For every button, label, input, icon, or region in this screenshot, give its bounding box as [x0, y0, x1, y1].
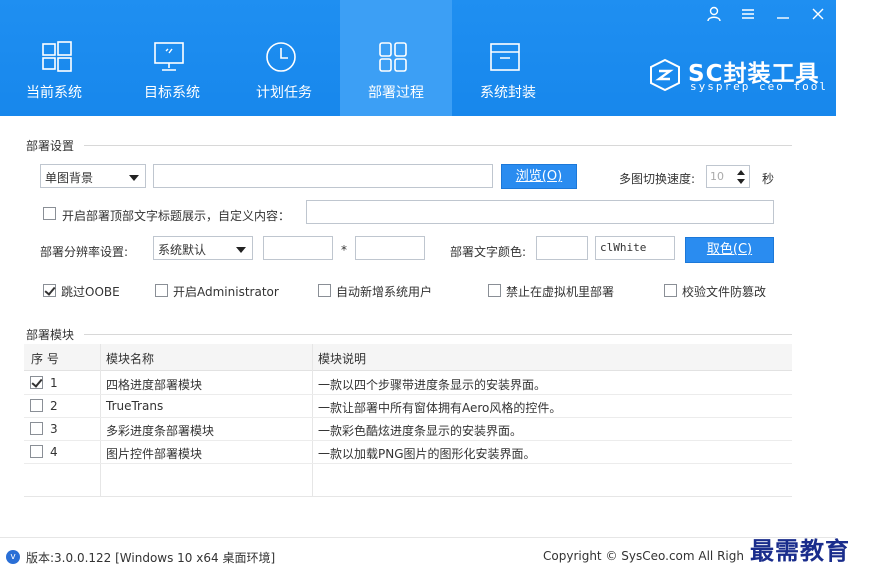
enable-admin-checkbox[interactable] — [155, 284, 168, 297]
stepper-value: 10 — [710, 170, 724, 183]
auto-add-user-label: 自动新增系统用户 — [336, 285, 433, 299]
column-header[interactable]: 模块名称 — [106, 350, 154, 367]
tab-label: 当前系统 — [26, 85, 82, 101]
module-desc: 一款以加载PNG图片的图形化安装界面。 — [318, 447, 536, 461]
table-row[interactable]: 3 多彩进度条部署模块 一款彩色酷炫进度条显示的安装界面。 — [24, 418, 792, 441]
windows-icon — [42, 41, 72, 72]
resolution-select[interactable]: 系统默认 — [153, 236, 253, 260]
column-header[interactable]: 模块说明 — [318, 350, 366, 367]
version-icon: v — [6, 550, 20, 564]
resolution-label: 部署分辨率设置: — [40, 245, 129, 259]
button-label: 浏览(O) — [515, 169, 563, 184]
tab-label: 计划任务 — [256, 85, 312, 101]
module-name: 多彩进度条部署模块 — [106, 424, 215, 438]
tab-label: 系统封装 — [480, 85, 536, 101]
resolution-height-input[interactable] — [355, 236, 425, 260]
module-checkbox[interactable] — [30, 399, 43, 412]
module-desc: 一款彩色酷炫进度条显示的安装界面。 — [318, 424, 523, 438]
browse-button[interactable]: 浏览(O) — [501, 164, 577, 189]
verify-files-label: 校验文件防篡改 — [682, 285, 767, 299]
text-color-input[interactable]: clWhite — [595, 236, 675, 260]
resolution-times-sign: * — [341, 243, 347, 257]
auto-add-user-checkbox[interactable] — [318, 284, 331, 297]
stepper-up-icon[interactable] — [737, 170, 745, 175]
tab-target-system[interactable]: 目标系统 — [116, 0, 228, 116]
tab-scheduled-tasks[interactable]: 计划任务 — [228, 0, 340, 116]
button-label: 取色(C) — [706, 242, 753, 257]
image-path-input[interactable] — [153, 164, 493, 188]
deploy-modules-title: 部署模块 — [26, 328, 75, 342]
row-index: 4 — [50, 445, 58, 459]
tab-label: 目标系统 — [144, 85, 200, 101]
user-icon[interactable] — [707, 6, 721, 27]
seconds-unit: 秒 — [762, 172, 775, 186]
menu-icon[interactable] — [741, 6, 755, 27]
footer-divider — [0, 537, 836, 538]
module-name: 图片控件部署模块 — [106, 447, 203, 461]
box-icon — [490, 43, 520, 71]
module-name: TrueTrans — [106, 399, 164, 413]
watermark-text: 最需教育 — [750, 536, 850, 565]
grid-icon — [379, 42, 407, 72]
background-mode-select[interactable]: 单图背景 — [40, 164, 146, 188]
sc-logo-icon — [650, 58, 680, 92]
table-row[interactable]: 2 TrueTrans 一款让部署中所有窗体拥有Aero风格的控件。 — [24, 395, 792, 418]
input-value: clWhite — [600, 241, 647, 254]
tab-system-package[interactable]: 系统封装 — [452, 0, 564, 116]
pick-color-button[interactable]: 取色(C) — [685, 237, 774, 263]
title-display-label: 开启部署顶部文字标题展示，自定义内容： — [62, 209, 291, 223]
module-checkbox[interactable] — [30, 376, 43, 389]
text-color-swatch[interactable] — [536, 236, 588, 260]
skip-oobe-checkbox[interactable] — [43, 284, 56, 297]
close-icon[interactable] — [811, 6, 825, 27]
title-text-input[interactable] — [306, 200, 774, 224]
skip-oobe-label: 跳过OOBE — [61, 285, 120, 299]
resolution-width-input[interactable] — [263, 236, 333, 260]
module-name: 四格进度部署模块 — [106, 378, 203, 392]
monitor-icon — [154, 42, 184, 71]
chevron-down-icon — [236, 247, 246, 253]
copyright-text: Copyright © SysCeo.com All Righ — [543, 549, 744, 563]
brand-logo: SC封装工具 sysprep ceo tool — [648, 56, 826, 98]
table-row[interactable]: 1 四格进度部署模块 一款以四个步骤带进度条显示的安装界面。 — [24, 372, 792, 395]
minimize-icon[interactable] — [776, 6, 790, 27]
module-checkbox[interactable] — [30, 422, 43, 435]
block-vm-label: 禁止在虚拟机里部署 — [506, 285, 615, 299]
block-vm-checkbox[interactable] — [488, 284, 501, 297]
version-text: 版本:3.0.0.122 [Windows 10 x64 桌面环境] — [26, 551, 276, 565]
stepper-down-icon[interactable] — [737, 179, 745, 184]
clock-icon — [266, 42, 296, 72]
row-index: 3 — [50, 422, 58, 436]
select-value: 单图背景 — [45, 171, 94, 185]
title-display-checkbox[interactable] — [43, 207, 56, 220]
verify-files-checkbox[interactable] — [664, 284, 677, 297]
tab-label: 部署过程 — [368, 85, 424, 101]
enable-admin-label: 开启Administrator — [173, 285, 279, 299]
module-desc: 一款以四个步骤带进度条显示的安装界面。 — [318, 378, 547, 392]
deploy-settings-title: 部署设置 — [26, 139, 75, 153]
switch-speed-stepper[interactable]: 10 — [706, 165, 750, 188]
row-index: 1 — [50, 376, 58, 390]
tab-deploy-process[interactable]: 部署过程 — [340, 0, 452, 116]
row-index: 2 — [50, 399, 58, 413]
module-desc: 一款让部署中所有窗体拥有Aero风格的控件。 — [318, 401, 562, 415]
select-value: 系统默认 — [158, 243, 207, 257]
brand-subtitle: sysprep ceo tool — [690, 80, 828, 93]
table-header: 序 号 模块名称 模块说明 — [24, 344, 792, 371]
header-bar: 当前系统 目标系统 计划任务 部署过程 系统封装 SC封装工具 sysprep … — [0, 0, 836, 116]
table-row[interactable]: 4 图片控件部署模块 一款以加载PNG图片的图形化安装界面。 — [24, 441, 792, 464]
chevron-down-icon — [129, 175, 139, 181]
divider — [84, 145, 792, 146]
column-header[interactable]: 序 号 — [31, 350, 59, 367]
divider — [84, 334, 792, 335]
tab-current-system[interactable]: 当前系统 — [0, 0, 112, 116]
text-color-label: 部署文字颜色: — [450, 245, 527, 259]
modules-table: 序 号 模块名称 模块说明 1 四格进度部署模块 一款以四个步骤带进度条显示的安… — [24, 344, 792, 497]
switch-speed-label: 多图切换速度: — [619, 172, 696, 186]
module-checkbox[interactable] — [30, 445, 43, 458]
